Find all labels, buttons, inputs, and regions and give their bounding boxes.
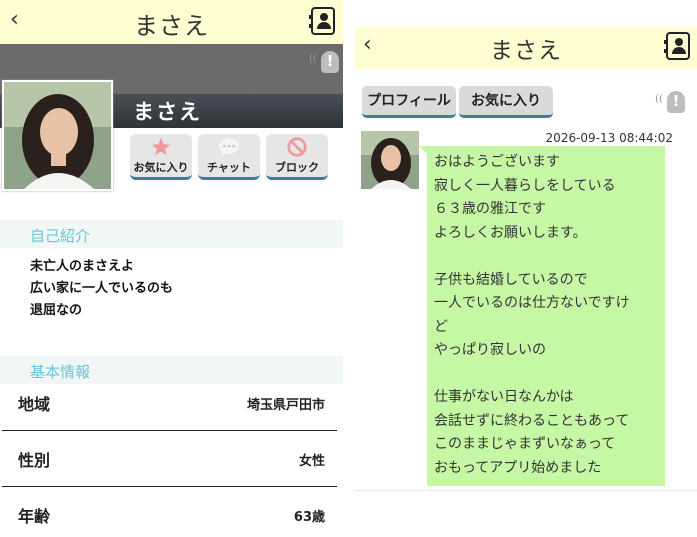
contact-card-icon[interactable] (309, 7, 335, 35)
bubble-tail (419, 146, 427, 154)
chat-header-title: まさえ (490, 38, 562, 64)
profile-header-title: まさえ (134, 12, 209, 40)
profile-tab-button[interactable]: プロフィール (362, 86, 456, 118)
chat-avatar[interactable] (361, 131, 419, 189)
profile-header: ‹ まさえ (0, 0, 343, 44)
star-icon (151, 137, 171, 156)
report-icon[interactable]: (( ! (309, 51, 339, 75)
report-icon[interactable]: (( ! (655, 91, 685, 115)
favorite-button[interactable]: お気に入り (130, 134, 192, 180)
chat-screen: ‹ まさえ プロフィール お気に入り (( ! 2026-09-13 08:44… (355, 0, 697, 537)
favorite-tab-button[interactable]: お気に入り (459, 86, 553, 118)
info-row-age: 年齢 63歳 (18, 507, 325, 526)
message-timestamp: 2026-09-13 08:44:02 (545, 131, 673, 145)
message-bubble: おはようございます 寂しく一人暮らしをしている ６３歳の雅江です よろしくお願い… (427, 146, 665, 486)
chat-bubble-icon (218, 138, 240, 157)
profile-name: まさえ (133, 100, 202, 124)
contact-card-icon[interactable] (664, 32, 690, 60)
info-row-region: 地域 埼玉県戸田市 (2, 376, 337, 431)
no-entry-icon (287, 137, 307, 157)
info-row-gender: 性別 女性 (2, 432, 337, 487)
block-button[interactable]: ブロック (266, 134, 328, 180)
chat-bottom-divider (355, 490, 697, 491)
screen-divider (343, 0, 355, 537)
chat-header: ‹ まさえ (355, 27, 697, 69)
profile-screen: ‹ まさえ (( ! まさえ お気に入り チャット ブロック 自己紹介 未亡人の… (0, 0, 343, 537)
intro-text: 未亡人のまさえよ 広い家に一人でいるのも 退屈なの (30, 259, 174, 318)
profile-photo[interactable] (2, 80, 113, 191)
chat-button[interactable]: チャット (198, 134, 260, 180)
intro-section-header: 自己紹介 (0, 220, 343, 248)
